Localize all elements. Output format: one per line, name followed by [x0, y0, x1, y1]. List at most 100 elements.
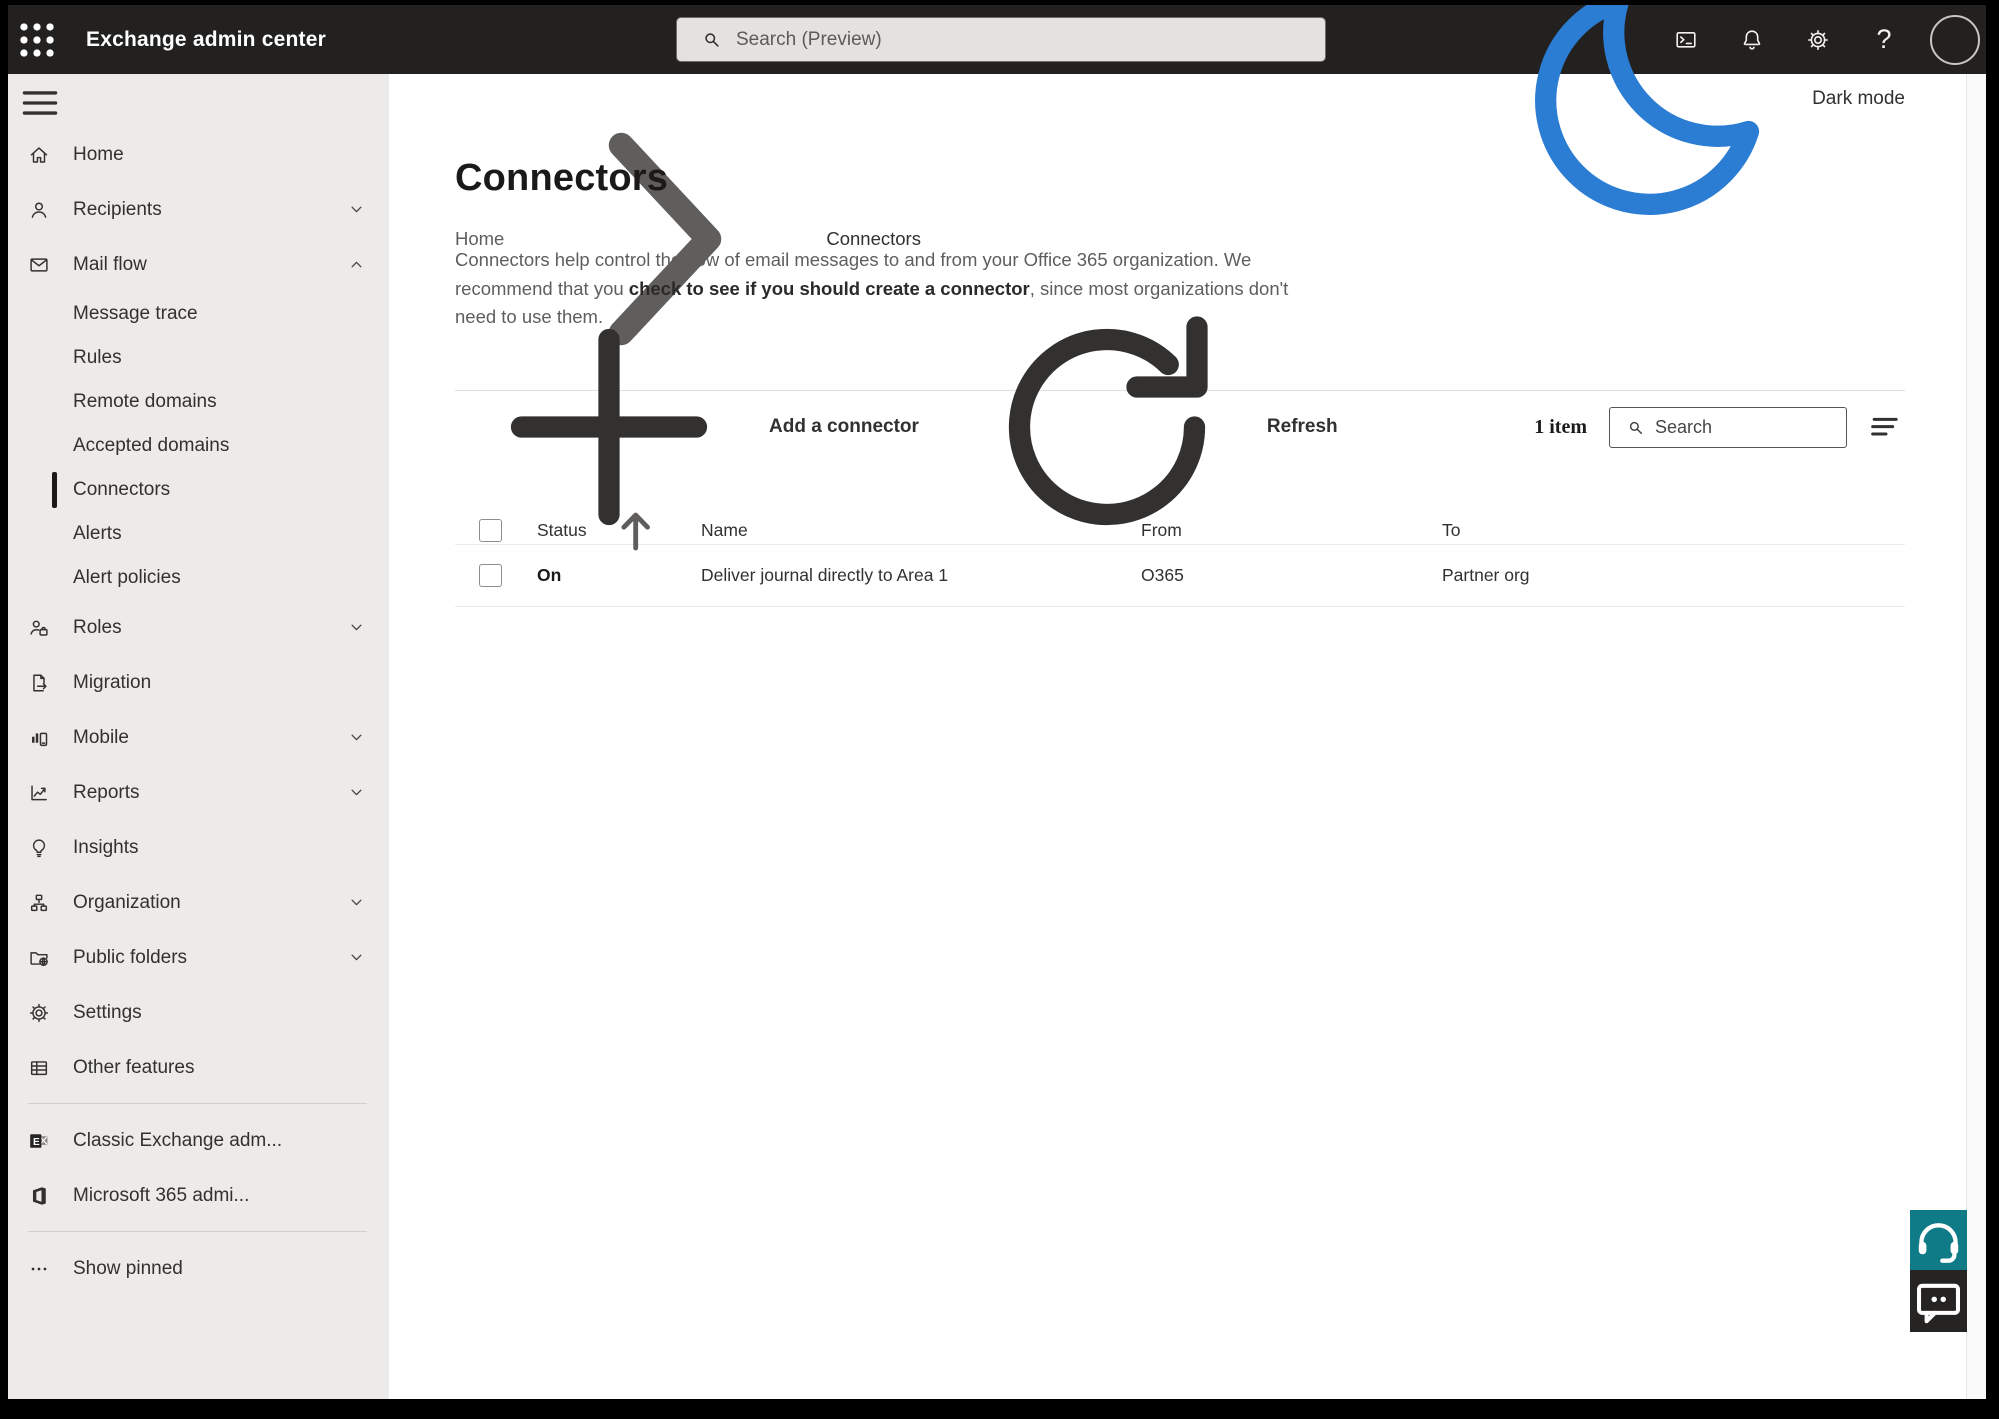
- sidebar-nav: Home Recipients Mail flow Message trace Rule…: [8, 74, 389, 1399]
- column-header-to[interactable]: To: [1418, 520, 1905, 541]
- item-count: 1 item: [1534, 415, 1587, 438]
- sidebar-item-label: Organization: [73, 891, 181, 913]
- sidebar-item-connectors[interactable]: Connectors: [8, 468, 389, 512]
- sidebar-item-mobile[interactable]: Mobile: [8, 710, 389, 765]
- filter-sort-button[interactable]: [1865, 407, 1905, 447]
- column-header-from[interactable]: From: [1117, 520, 1418, 541]
- search-icon: [1626, 418, 1645, 437]
- sidebar-item-label: Roles: [73, 616, 122, 638]
- collapse-nav-button[interactable]: [18, 81, 62, 125]
- sidebar-item-label: Mail flow: [73, 253, 147, 275]
- sidebar-item-label: Connectors: [73, 479, 171, 500]
- sidebar-item-organization[interactable]: Organization: [8, 875, 389, 930]
- select-all-checkbox[interactable]: [479, 519, 502, 543]
- header-checkbox-cell: [455, 519, 513, 543]
- sidebar-item-accepted-domains[interactable]: Accepted domains: [8, 424, 389, 468]
- sidebar-item-label: Message trace: [73, 303, 198, 324]
- sidebar-item-label: Other features: [73, 1056, 195, 1078]
- sidebar-divider: [28, 1103, 367, 1104]
- sidebar-item-label: Classic Exchange adm...: [73, 1129, 283, 1151]
- sidebar-item-insights[interactable]: Insights: [8, 820, 389, 875]
- add-connector-label: Add a connector: [769, 416, 919, 437]
- feedback-chat-icon: [1910, 1273, 1967, 1330]
- account-avatar[interactable]: [1930, 14, 1980, 65]
- sort-ascending-icon: [594, 489, 677, 572]
- sidebar-item-label: Remote domains: [73, 391, 217, 412]
- toolbar-right-group: 1 item: [1534, 406, 1905, 448]
- sidebar-item-message-trace[interactable]: Message trace: [8, 292, 389, 336]
- sidebar-item-rules[interactable]: Rules: [8, 336, 389, 380]
- row-status: On: [537, 565, 562, 585]
- chevron-down-icon: [348, 949, 365, 966]
- search-icon: [701, 29, 722, 50]
- sidebar-item-label: Recipients: [73, 198, 162, 220]
- mail-icon: [28, 254, 73, 276]
- connectors-table: Status Name From To On Deliver journal di…: [455, 489, 1905, 607]
- classic-exchange-icon: E: [28, 1130, 73, 1152]
- feedback-button[interactable]: [1910, 1270, 1967, 1332]
- svg-text:E: E: [33, 1137, 40, 1148]
- row-checkbox[interactable]: [479, 564, 502, 587]
- sidebar-item-microsoft-365-admi[interactable]: Microsoft 365 admi...: [8, 1168, 389, 1223]
- reports-icon: [28, 782, 73, 804]
- row-checkbox-cell: [455, 564, 513, 587]
- sidebar-item-home[interactable]: Home: [8, 127, 389, 182]
- help-support-button[interactable]: [1910, 1210, 1967, 1270]
- page-title: Connectors: [455, 157, 669, 199]
- sidebar-item-label: Reports: [73, 781, 140, 803]
- moon-icon: [1501, 5, 1801, 249]
- help-button[interactable]: ?: [1864, 16, 1904, 64]
- app-title: Exchange admin center: [86, 27, 326, 51]
- column-header-status[interactable]: Status: [513, 489, 677, 572]
- status-header-label: Status: [537, 520, 587, 541]
- sidebar-item-alert-policies[interactable]: Alert policies: [8, 556, 389, 600]
- row-from: O365: [1141, 565, 1184, 585]
- sidebar-item-label: Microsoft 365 admi...: [73, 1184, 250, 1206]
- main-content: Home Connectors Dark mode Connectors Con…: [389, 5, 1966, 1399]
- global-search-input[interactable]: [736, 28, 1309, 51]
- chevron-down-icon: [348, 894, 365, 911]
- sidebar-item-public-folders[interactable]: Public folders: [8, 930, 389, 985]
- sidebar-item-recipients[interactable]: Recipients: [8, 182, 389, 237]
- home-icon: [28, 144, 73, 166]
- chevron-up-icon: [348, 256, 365, 273]
- headset-icon: [1910, 1212, 1967, 1269]
- sidebar-item-settings[interactable]: Settings: [8, 985, 389, 1040]
- list-search-box: [1609, 406, 1847, 448]
- waffle-icon: [14, 17, 60, 63]
- app-window: Exchange admin center ? Home Recipients Ma…: [8, 5, 1986, 1399]
- hamburger-icon: [18, 81, 62, 125]
- sidebar-item-label: Alerts: [73, 523, 122, 544]
- app-launcher-button[interactable]: [14, 5, 60, 74]
- sidebar-item-migration[interactable]: Migration: [8, 655, 389, 710]
- dark-mode-toggle[interactable]: Dark mode: [1501, 5, 1905, 215]
- selected-indicator: [52, 472, 57, 508]
- migration-icon: [28, 672, 73, 694]
- sidebar-item-alerts[interactable]: Alerts: [8, 512, 389, 556]
- scrollbar-track[interactable]: [1966, 74, 1986, 1399]
- global-search-box: [676, 17, 1326, 62]
- sidebar-item-show-pinned[interactable]: Show pinned: [8, 1241, 389, 1296]
- column-header-name[interactable]: Name: [677, 520, 1117, 541]
- sidebar-item-label: Accepted domains: [73, 435, 230, 456]
- insights-icon: [28, 837, 73, 859]
- dark-mode-label: Dark mode: [1812, 88, 1905, 109]
- settings-button[interactable]: [1798, 16, 1838, 64]
- sidebar-item-other-features[interactable]: Other features: [8, 1040, 389, 1095]
- chevron-down-icon: [348, 201, 365, 218]
- sidebar-divider: [28, 1231, 367, 1232]
- sidebar-item-roles[interactable]: Roles: [8, 600, 389, 655]
- sidebar-item-reports[interactable]: Reports: [8, 765, 389, 820]
- chevron-down-icon: [348, 619, 365, 636]
- row-to: Partner org: [1442, 565, 1530, 585]
- to-header-label: To: [1442, 520, 1461, 541]
- sidebar-item-mail-flow[interactable]: Mail flow: [8, 237, 389, 292]
- sidebar-item-label: Migration: [73, 671, 152, 693]
- gear-icon: [1806, 28, 1830, 52]
- other-features-icon: [28, 1057, 73, 1079]
- sidebar-item-classic-exchange-adm[interactable]: E Classic Exchange adm...: [8, 1113, 389, 1168]
- from-header-label: From: [1141, 520, 1182, 541]
- list-search-input[interactable]: [1655, 416, 1836, 438]
- sidebar-item-remote-domains[interactable]: Remote domains: [8, 380, 389, 424]
- sidebar-item-label: Rules: [73, 347, 122, 368]
